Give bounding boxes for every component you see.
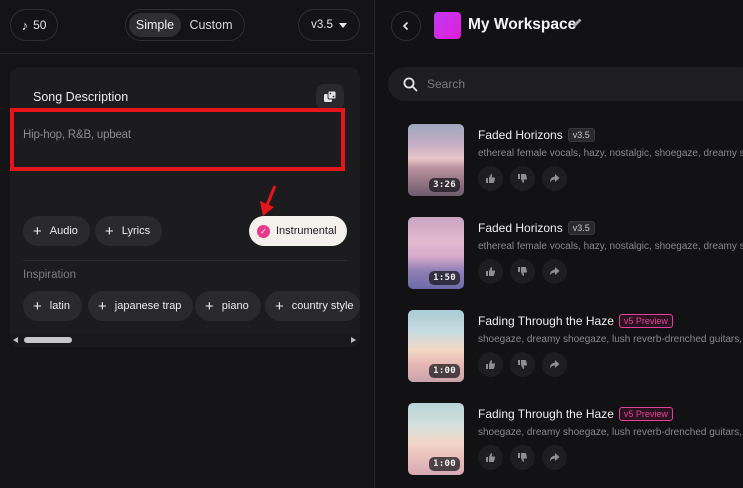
inspiration-label: Inspiration: [23, 269, 77, 281]
chevron-left-icon: [402, 21, 409, 31]
add-audio-label: Audio: [49, 225, 78, 237]
mode-simple-tab[interactable]: Simple: [129, 13, 181, 37]
song-row[interactable]: 1:50 Faded Horizons v3.5 ethereal female …: [408, 217, 743, 291]
add-audio-button[interactable]: + Audio: [23, 216, 90, 246]
thumbs-up-icon[interactable]: [478, 352, 503, 377]
search-placeholder: Search: [427, 77, 466, 91]
song-duration: 1:00: [429, 364, 460, 378]
song-cover[interactable]: 3:26: [408, 124, 464, 196]
pencil-icon[interactable]: [572, 17, 583, 28]
song-cover[interactable]: 1:00: [408, 310, 464, 382]
plus-icon: +: [205, 297, 214, 315]
back-button[interactable]: [391, 11, 421, 41]
dice-icon: [324, 90, 337, 102]
thumbs-up-icon[interactable]: [478, 166, 503, 191]
add-lyrics-button[interactable]: + Lyrics: [95, 216, 163, 246]
instrumental-label: Instrumental: [276, 225, 337, 237]
thumbs-down-icon[interactable]: [510, 259, 535, 284]
song-duration: 3:26: [429, 178, 460, 192]
song-actions: [478, 445, 567, 470]
inspiration-tag[interactable]: + japanese trap: [88, 291, 194, 321]
plus-icon: +: [105, 222, 114, 240]
song-actions: [478, 166, 567, 191]
song-description-card: Song Description Hip-hop, R&B, upbeat + …: [10, 67, 360, 347]
share-icon[interactable]: [542, 445, 567, 470]
inspiration-tag[interactable]: + country style: [265, 291, 360, 321]
song-row[interactable]: 3:26 Faded Horizons v3.5 ethereal female …: [408, 124, 743, 198]
share-icon[interactable]: [542, 166, 567, 191]
thumbs-down-icon[interactable]: [510, 166, 535, 191]
inspiration-tag[interactable]: + latin: [23, 291, 82, 321]
credits-button[interactable]: ♪ 50: [10, 9, 58, 41]
mode-custom-tab[interactable]: Custom: [181, 13, 241, 37]
song-title[interactable]: Faded Horizons v3.5: [478, 128, 595, 142]
scroll-left-icon[interactable]: [13, 337, 18, 343]
inspiration-tag-label: country style: [291, 300, 354, 312]
inspiration-tag-label: piano: [221, 300, 249, 312]
version-badge: v3.5: [567, 221, 595, 235]
version-badge: v5 Preview: [618, 407, 673, 421]
workspace-title: My Workspace: [468, 16, 577, 33]
workspace-panel: My Workspace Search 3:26 Faded Horizons v…: [375, 0, 743, 488]
song-title[interactable]: Fading Through the Haze v5 Preview: [478, 407, 673, 421]
workspace-thumbnail: [434, 12, 461, 39]
plus-icon: +: [33, 297, 42, 315]
instrumental-toggle[interactable]: ✓ Instrumental: [249, 216, 347, 246]
random-dice-button[interactable]: [316, 84, 344, 110]
inspiration-tag[interactable]: + piano: [195, 291, 261, 321]
version-badge: v5 Preview: [618, 314, 673, 328]
add-lyrics-label: Lyrics: [121, 225, 151, 237]
annotation-arrow-icon: [260, 185, 277, 216]
chevron-down-icon: [338, 22, 347, 28]
section-divider: [23, 260, 347, 261]
song-description: ethereal female vocals, hazy, nostalgic,…: [478, 241, 743, 252]
song-duration: 1:00: [429, 457, 460, 471]
version-label: v3.5: [311, 19, 333, 31]
thumbs-up-icon[interactable]: [478, 259, 503, 284]
plus-icon: +: [33, 222, 42, 240]
inspiration-tag-label: latin: [49, 300, 70, 312]
share-icon[interactable]: [542, 352, 567, 377]
credits-count: 50: [33, 18, 47, 32]
song-actions: [478, 352, 567, 377]
header-divider: [0, 53, 374, 54]
song-description: shoegaze, dreamy shoegaze, lush reverb-d…: [478, 427, 743, 438]
song-row[interactable]: 1:00 Fading Through the Haze v5 Preview s…: [408, 403, 743, 477]
plus-icon: +: [275, 297, 284, 315]
song-row[interactable]: 1:00 Fading Through the Haze v5 Preview s…: [408, 310, 743, 384]
check-icon: ✓: [257, 224, 270, 238]
song-cover[interactable]: 1:50: [408, 217, 464, 289]
song-duration: 1:50: [429, 271, 460, 285]
version-badge: v3.5: [567, 128, 595, 142]
song-description-title: Song Description: [33, 90, 129, 104]
song-title[interactable]: Faded Horizons v3.5: [478, 221, 595, 235]
mode-toggle: Simple Custom: [125, 9, 245, 41]
search-icon: [403, 77, 418, 91]
song-actions: [478, 259, 567, 284]
plus-icon: +: [98, 297, 107, 315]
annotation-highlight-box: [10, 108, 345, 171]
create-panel: ♪ 50 Simple Custom v3.5 Song Description…: [0, 0, 374, 488]
song-cover[interactable]: 1:00: [408, 403, 464, 475]
share-icon[interactable]: [542, 259, 567, 284]
song-description: ethereal female vocals, hazy, nostalgic,…: [478, 148, 743, 159]
music-note-icon: ♪: [21, 17, 29, 33]
scroll-right-icon[interactable]: [351, 337, 356, 343]
version-select[interactable]: v3.5: [298, 9, 360, 41]
thumbs-up-icon[interactable]: [478, 445, 503, 470]
song-title[interactable]: Fading Through the Haze v5 Preview: [478, 314, 673, 328]
search-input[interactable]: Search: [388, 67, 743, 101]
scroll-thumb[interactable]: [24, 337, 72, 343]
thumbs-down-icon[interactable]: [510, 352, 535, 377]
thumbs-down-icon[interactable]: [510, 445, 535, 470]
inspiration-tag-label: japanese trap: [114, 300, 182, 312]
horizontal-scrollbar[interactable]: [10, 335, 360, 345]
song-description: shoegaze, dreamy shoegaze, lush reverb-d…: [478, 334, 743, 345]
